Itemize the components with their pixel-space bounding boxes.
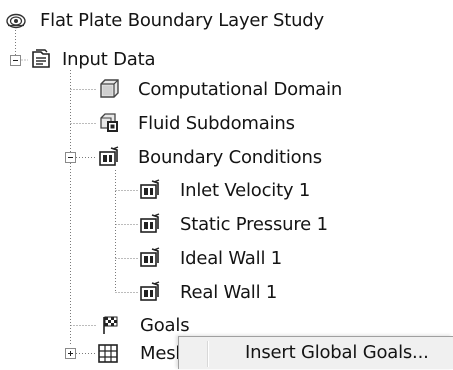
project-icon (5, 10, 27, 32)
tree-node-label: Real Wall 1 (180, 282, 278, 303)
tree-node-label: Input Data (62, 49, 156, 70)
expand-toggle-icon[interactable] (65, 348, 76, 359)
tree-node-project[interactable]: Flat Plate Boundary Layer Study (0, 8, 400, 34)
tree-node-label: Ideal Wall 1 (180, 248, 283, 269)
tree-node-ideal-wall[interactable]: Ideal Wall 1 (0, 246, 400, 272)
tree-node-label: Inlet Velocity 1 (180, 180, 311, 201)
tree-node-label: Fluid Subdomains (138, 113, 295, 134)
boundary-conditions-icon (98, 146, 120, 168)
boundary-condition-icon (139, 213, 161, 235)
tree-node-real-wall[interactable]: Real Wall 1 (0, 280, 400, 306)
fluid-subdomains-icon (98, 112, 120, 134)
collapse-toggle-icon[interactable] (65, 152, 76, 163)
context-menu: Insert Global Goals... (178, 336, 453, 369)
tree-node-label: Flat Plate Boundary Layer Study (40, 10, 324, 31)
tree-node-label: Static Pressure 1 (180, 214, 328, 235)
tree-node-label: Boundary Conditions (138, 147, 322, 168)
collapse-toggle-icon[interactable] (10, 55, 21, 66)
tree-node-mesh[interactable]: Mesh (0, 341, 200, 367)
tree-node-computational-domain[interactable]: Computational Domain (0, 77, 420, 103)
tree-node-label: Computational Domain (138, 79, 343, 100)
menu-item-label: Insert Global Goals... (245, 342, 429, 363)
boundary-condition-icon (139, 281, 161, 303)
tree-node-static-pressure[interactable]: Static Pressure 1 (0, 212, 400, 238)
tree-node-inlet-velocity[interactable]: Inlet Velocity 1 (0, 178, 400, 204)
boundary-condition-icon (139, 247, 161, 269)
boundary-condition-icon (139, 179, 161, 201)
tree-node-input-data[interactable]: Input Data (0, 47, 400, 73)
tree-node-boundary-conditions[interactable]: Boundary Conditions (0, 145, 420, 171)
tree-node-goals[interactable]: Goals (0, 313, 200, 339)
goals-flag-icon (100, 314, 122, 336)
menu-item-insert-global-goals[interactable]: Insert Global Goals... (179, 337, 453, 370)
tree-node-fluid-subdomains[interactable]: Fluid Subdomains (0, 111, 400, 137)
input-data-icon (30, 48, 52, 70)
computational-domain-icon (98, 78, 120, 100)
mesh-icon (97, 342, 119, 364)
feature-tree: Flat Plate Boundary Layer Study Input Da… (0, 0, 453, 369)
